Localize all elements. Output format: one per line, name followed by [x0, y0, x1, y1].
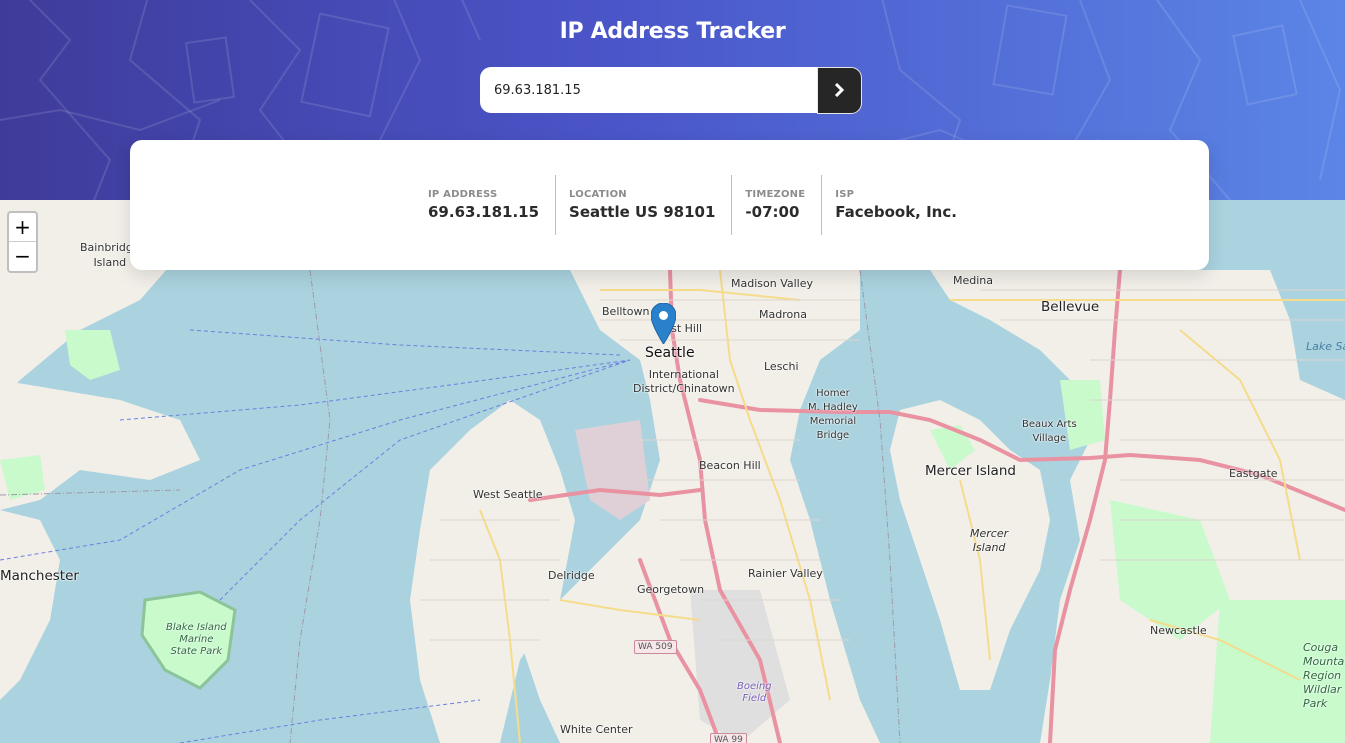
- zoom-in-button[interactable]: +: [9, 213, 36, 242]
- ip-search-input[interactable]: [480, 67, 817, 113]
- label-beacon-hill: Beacon Hill: [699, 459, 761, 472]
- location-label: Location: [569, 189, 627, 200]
- shield-wa99: WA 99: [710, 733, 747, 743]
- timezone-label: Timezone: [745, 189, 806, 200]
- label-madison-valley: Madison Valley: [731, 277, 814, 290]
- label-lake-sammamish: Lake Sa: [1306, 340, 1345, 353]
- info-ip-address: IP Address 69.63.181.15: [415, 175, 557, 235]
- label-bellevue: Bellevue: [1041, 299, 1100, 315]
- map-pin-icon: [650, 302, 677, 345]
- label-international-district: International District/Chinatown: [633, 368, 735, 395]
- label-mercer-island: Mercer Island: [925, 463, 1016, 479]
- zoom-control: + −: [7, 211, 38, 273]
- location-value: Seattle US 98101: [569, 203, 716, 221]
- label-west-seattle: West Seattle: [473, 488, 543, 501]
- zoom-out-button[interactable]: −: [9, 242, 36, 271]
- label-georgetown: Georgetown: [637, 583, 705, 596]
- label-madrona: Madrona: [759, 308, 807, 321]
- label-medina: Medina: [953, 274, 994, 287]
- isp-value: Facebook, Inc.: [835, 203, 957, 221]
- search-bar: [480, 66, 862, 114]
- label-white-center: White Center: [560, 723, 633, 736]
- ip-address-label: IP Address: [428, 189, 498, 200]
- label-cougar-mountain: Couga Mounta Region Wildlar Park: [1303, 641, 1345, 710]
- ip-address-value: 69.63.181.15: [428, 203, 540, 221]
- search-submit-button[interactable]: [817, 66, 862, 114]
- map-view[interactable]: Bainbridge Island Manchester West Seattl…: [0, 200, 1345, 743]
- label-blake-island: Blake Island Marine State Park: [166, 622, 227, 657]
- ip-info-card: IP Address 69.63.181.15 Location Seattle…: [130, 140, 1209, 270]
- page-title: IP Address Tracker: [559, 19, 786, 44]
- shield-wa509: WA 509: [634, 640, 677, 654]
- label-boeing-field: Boeing Field: [737, 681, 772, 704]
- label-belltown: Belltown: [602, 305, 650, 318]
- info-timezone: Timezone -07:00: [732, 175, 823, 235]
- chevron-right-icon: [834, 83, 845, 97]
- label-eastgate: Eastgate: [1229, 467, 1278, 480]
- label-homer-hadley-bridge: Homer M. Hadley Memorial Bridge: [808, 388, 858, 441]
- info-location: Location Seattle US 98101: [556, 175, 733, 235]
- label-mercer-island-area: Mercer Island: [970, 527, 1009, 554]
- label-beaux-arts-village: Beaux Arts Village: [1022, 419, 1077, 444]
- location-marker[interactable]: [650, 302, 677, 348]
- label-delridge: Delridge: [548, 569, 595, 582]
- isp-label: ISP: [835, 189, 855, 200]
- label-manchester: Manchester: [0, 568, 79, 584]
- info-isp: ISP Facebook, Inc.: [822, 175, 973, 235]
- label-rainier-valley: Rainier Valley: [748, 567, 823, 580]
- label-leschi: Leschi: [764, 360, 799, 373]
- map-tiles[interactable]: [0, 200, 1345, 743]
- label-newcastle: Newcastle: [1150, 624, 1207, 637]
- timezone-value: -07:00: [745, 203, 800, 221]
- info-items: IP Address 69.63.181.15 Location Seattle…: [415, 175, 973, 235]
